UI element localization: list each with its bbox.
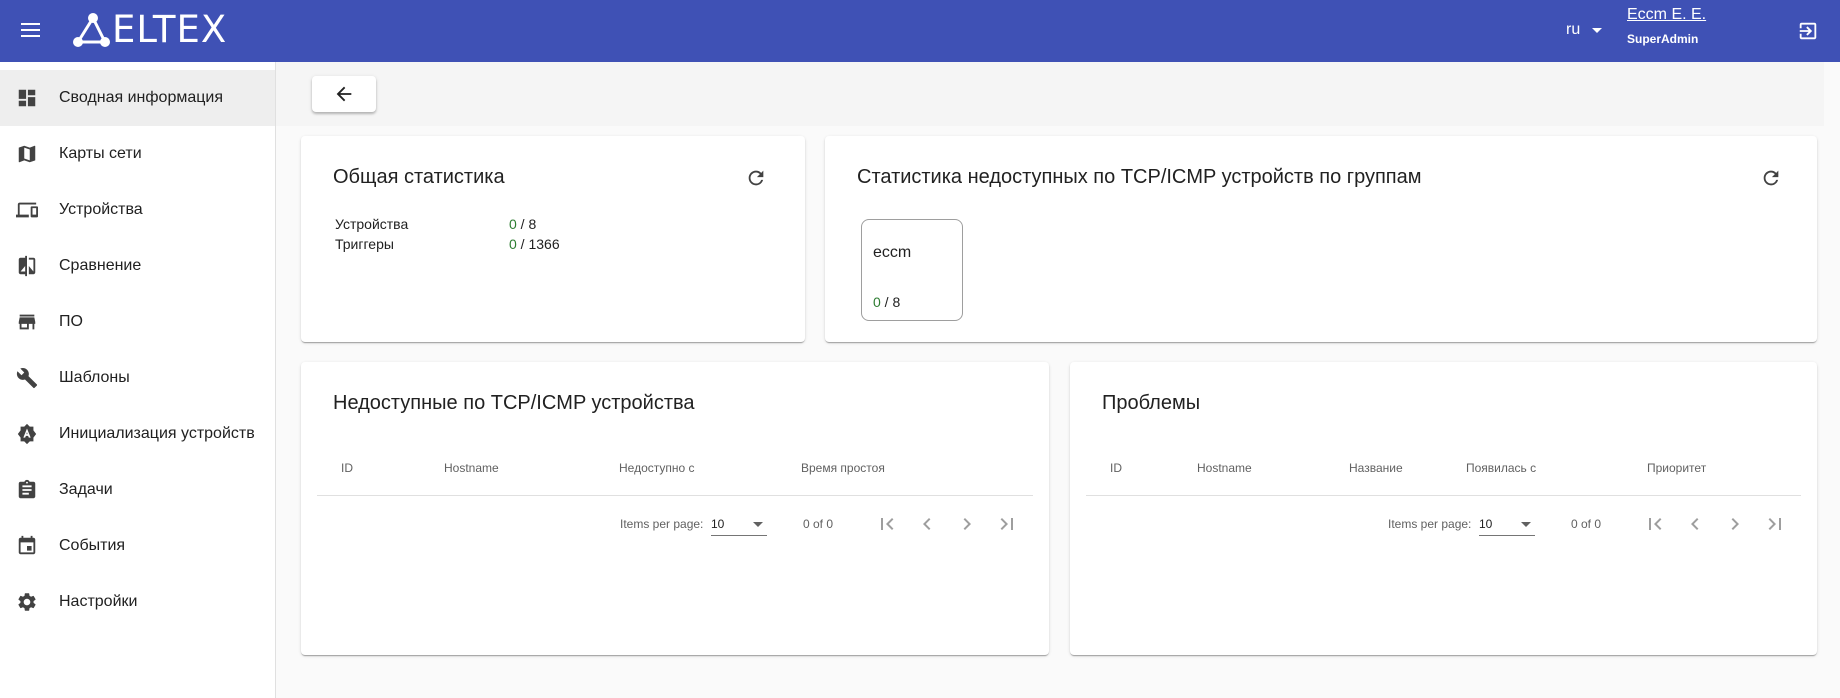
page-size-select[interactable]: 10	[1479, 514, 1535, 536]
sidebar-item-tasks[interactable]: Задачи	[0, 462, 275, 518]
first-page-icon[interactable]	[875, 512, 899, 536]
sidebar-item-label: Карты сети	[59, 145, 142, 162]
group-stats-card: Статистика недоступных по TCP/ICMP устро…	[825, 136, 1817, 342]
column-header-appeared-since[interactable]: Появилась с	[1466, 461, 1536, 475]
chevron-down-icon	[1592, 27, 1603, 33]
stat-value-total: / 8	[516, 216, 537, 232]
logo-mark-icon	[73, 13, 110, 47]
sidebar-item-events[interactable]: События	[0, 518, 275, 574]
sidebar-item-network-maps[interactable]: Карты сети	[0, 126, 275, 182]
page-size-value: 10	[711, 517, 725, 531]
column-header-hostname[interactable]: Hostname	[444, 461, 499, 475]
group-stats-title: Статистика недоступных по TCP/ICMP устро…	[857, 166, 1422, 188]
compare-icon	[18, 255, 36, 277]
problems-card: Проблемы ID Hostname Название Появилась …	[1070, 362, 1817, 655]
refresh-icon[interactable]	[1760, 167, 1782, 189]
gear-icon	[18, 593, 36, 611]
column-header-name[interactable]: Название	[1349, 461, 1403, 475]
last-page-icon[interactable]	[1763, 512, 1787, 536]
top-app-bar: ELTEX ru Eccm E. E. SuperAdmin	[0, 0, 1840, 62]
user-info: Eccm E. E. SuperAdmin	[1627, 6, 1706, 46]
assignment-icon	[18, 479, 36, 499]
group-name: eccm	[873, 244, 912, 261]
sidebar-item-label: ПО	[59, 313, 83, 330]
sidebar-nav: Сводная информация Карты сети Устройства…	[0, 62, 276, 698]
chevron-down-icon	[753, 522, 763, 527]
sidebar-item-label: Настройки	[59, 593, 138, 610]
sidebar-item-label: Устройства	[59, 201, 143, 218]
sidebar-item-templates[interactable]: Шаблоны	[0, 350, 275, 406]
content-toolbar	[276, 62, 1824, 126]
back-button[interactable]	[312, 76, 376, 112]
sidebar-item-label: Инициализация устройств	[59, 425, 255, 442]
dashboard-icon	[18, 89, 36, 107]
column-header-unavailable-since[interactable]: Недоступно с	[619, 461, 695, 475]
unavailable-devices-title: Недоступные по TCP/ICMP устройства	[333, 392, 695, 414]
sidebar-item-device-init[interactable]: Инициализация устройств	[0, 406, 275, 462]
general-stats-title: Общая статистика	[333, 166, 505, 188]
next-page-icon[interactable]	[955, 512, 979, 536]
items-per-page-label: Items per page:	[1388, 517, 1472, 531]
table-divider	[317, 495, 1033, 496]
table-divider	[1086, 495, 1801, 496]
event-icon	[18, 535, 36, 555]
pager-range: 0 of 0	[1571, 517, 1602, 531]
map-icon	[18, 145, 36, 163]
previous-page-icon[interactable]	[915, 512, 939, 536]
group-tile-eccm[interactable]: eccm 0 / 8	[861, 219, 963, 321]
stat-label: Устройства	[335, 216, 409, 232]
stat-value-ok: 0	[509, 216, 517, 232]
user-name-link[interactable]: Eccm E. E.	[1627, 6, 1706, 24]
wrench-icon	[16, 368, 38, 389]
refresh-icon[interactable]	[745, 167, 767, 189]
stat-value: 0 / 8	[509, 216, 536, 232]
unavailable-devices-card: Недоступные по TCP/ICMP устройства ID Ho…	[301, 362, 1049, 655]
logo-text: ELTEX	[112, 8, 228, 51]
stat-value-ok: 0	[509, 236, 517, 252]
sidebar-item-compare[interactable]: Сравнение	[0, 238, 275, 294]
language-select[interactable]: ru	[1566, 21, 1603, 39]
page-size-select[interactable]: 10	[711, 514, 767, 536]
pager-range: 0 of 0	[803, 517, 834, 531]
previous-page-icon[interactable]	[1683, 512, 1707, 536]
stat-label: Триггеры	[335, 236, 394, 252]
page-size-value: 10	[1479, 517, 1493, 531]
column-header-priority[interactable]: Приоритет	[1647, 461, 1706, 475]
language-value: ru	[1566, 21, 1581, 38]
user-role: SuperAdmin	[1627, 32, 1699, 46]
items-per-page-label: Items per page:	[620, 517, 704, 531]
first-page-icon[interactable]	[1643, 512, 1667, 536]
sidebar-item-settings[interactable]: Настройки	[0, 574, 275, 630]
sidebar-item-label: Сравнение	[59, 257, 142, 274]
general-stats-card: Общая статистика Устройства 0 / 8 Тригге…	[301, 136, 805, 342]
column-header-hostname[interactable]: Hostname	[1197, 461, 1252, 475]
eltex-logo: ELTEX	[72, 10, 227, 50]
chevron-down-icon	[1521, 522, 1531, 527]
sidebar-item-summary[interactable]: Сводная информация	[0, 70, 275, 126]
column-header-downtime[interactable]: Время простоя	[801, 461, 885, 475]
devices-icon	[16, 202, 38, 218]
last-page-icon[interactable]	[995, 512, 1019, 536]
column-header-id[interactable]: ID	[1110, 461, 1122, 475]
initialization-icon	[17, 423, 37, 445]
store-icon	[18, 314, 36, 330]
arrow-back-icon	[336, 86, 352, 102]
sidebar-item-label: Задачи	[59, 481, 113, 498]
logout-icon[interactable]	[1797, 20, 1819, 42]
sidebar-item-devices[interactable]: Устройства	[0, 182, 275, 238]
stat-value-total: / 1366	[516, 236, 560, 252]
sidebar-item-software[interactable]: ПО	[0, 294, 275, 350]
group-value-ok: 0	[873, 294, 881, 310]
menu-icon[interactable]	[18, 19, 44, 43]
column-header-id[interactable]: ID	[341, 461, 353, 475]
sidebar-item-label: Сводная информация	[59, 89, 223, 106]
stat-value: 0 / 1366	[509, 236, 560, 252]
sidebar-item-label: Шаблоны	[59, 369, 130, 386]
group-value: 0 / 8	[873, 294, 900, 310]
sidebar-item-label: События	[59, 537, 126, 554]
problems-title: Проблемы	[1102, 392, 1201, 414]
group-value-total: / 8	[880, 294, 901, 310]
next-page-icon[interactable]	[1723, 512, 1747, 536]
